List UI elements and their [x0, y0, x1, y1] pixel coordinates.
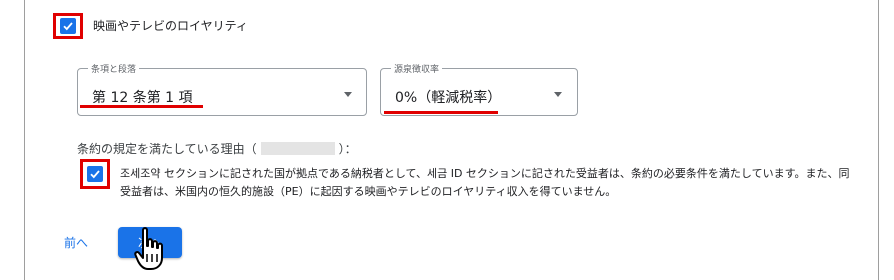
- article-value-underline: [80, 105, 203, 108]
- royalty-checkbox-label: 映画やテレビのロイヤリティ: [93, 19, 248, 33]
- chevron-down-icon: [554, 92, 562, 97]
- hand-cursor-icon: [134, 226, 168, 276]
- checkmark-icon: [63, 22, 73, 31]
- chevron-down-icon: [344, 92, 352, 97]
- article-select-legend: 条項と段落: [88, 62, 140, 75]
- prev-link[interactable]: 前へ: [64, 234, 88, 251]
- reason-label-prefix: 条約の規定を満たしている理由（: [77, 142, 257, 156]
- withholding-rate-select-value: 0%（軽減税率）: [395, 90, 502, 106]
- article-select-value: 第 12 条第 1 項: [92, 90, 193, 106]
- article-select[interactable]: 条項と段落 第 12 条第 1 項: [77, 62, 367, 116]
- withholding-value-underline: [384, 111, 498, 114]
- redacted-block: [260, 142, 335, 155]
- royalty-checkbox[interactable]: [60, 18, 76, 34]
- reason-label-suffix: ）：: [338, 142, 357, 156]
- withholding-rate-select[interactable]: 源泉徴収率 0%（軽減税率）: [380, 62, 578, 116]
- reason-checkbox[interactable]: [87, 166, 103, 182]
- reason-text: 조세조약 セクションに記された国が拠点である納税者として、세금 ID セクション…: [120, 167, 850, 198]
- checkmark-icon: [90, 170, 100, 179]
- withholding-rate-select-legend: 源泉徴収率: [391, 62, 443, 75]
- reason-label: 条約の規定を満たしている理由（ ）：: [77, 140, 357, 157]
